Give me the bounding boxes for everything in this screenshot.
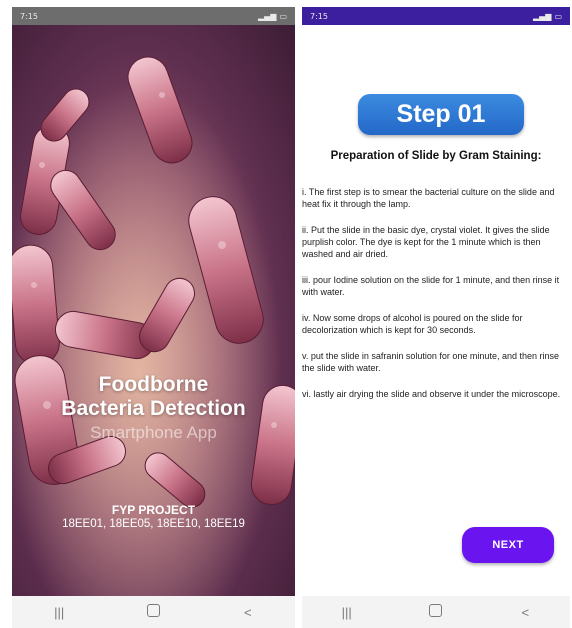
app-title-line1: Foodborne: [98, 373, 209, 396]
app-title-line2: Bacteria Detection: [61, 397, 246, 420]
back-icon[interactable]: <: [505, 605, 545, 620]
app-subtitle: Smartphone App: [90, 423, 217, 442]
home-icon: [146, 604, 160, 617]
next-button[interactable]: NEXT: [462, 527, 554, 563]
step-screen: 7:15 ▂▄▆ ▭ Step 01 Preparation of Slide …: [302, 7, 570, 628]
navigation-bar: ||| <: [12, 596, 295, 628]
instruction-item: ii. Put the slide in the basic dye, crys…: [302, 225, 550, 259]
status-bar: 7:15 ▂▄▆ ▭: [12, 7, 295, 25]
recents-icon[interactable]: |||: [327, 605, 367, 620]
status-icons: ▂▄▆ ▭: [258, 12, 287, 21]
recents-icon[interactable]: |||: [39, 605, 79, 620]
signal-icon: ▂▄▆: [257, 11, 277, 21]
instruction-item: i. The first step is to smear the bacter…: [302, 187, 555, 209]
splash-background: Foodborne Bacteria Detection Smartphone …: [12, 25, 295, 605]
instruction-item: v. put the slide in safranin solution fo…: [302, 351, 559, 373]
status-time: 7:15: [310, 11, 328, 21]
battery-icon: ▭: [554, 11, 562, 21]
splash-screen: 7:15 ▂▄▆ ▭ Foodborne Bacteria Detection …: [12, 7, 295, 628]
battery-icon: ▭: [279, 11, 287, 21]
status-icons: ▂▄▆ ▭: [533, 12, 562, 21]
project-label: FYP PROJECT: [111, 503, 196, 517]
instruction-item: iv. Now some drops of alcohol is poured …: [302, 313, 523, 335]
back-icon[interactable]: <: [228, 605, 268, 620]
home-icon: [429, 604, 443, 617]
instruction-item: vi. lastly air drying the slide and obse…: [302, 389, 561, 399]
instruction-list: i. The first step is to smear the bacter…: [302, 186, 570, 414]
signal-icon: ▂▄▆: [532, 11, 552, 21]
home-button[interactable]: [133, 604, 173, 620]
instruction-item: iii. pour Iodine solution on the slide f…: [302, 275, 560, 297]
step-heading: Preparation of Slide by Gram Staining:: [330, 150, 542, 162]
step-content: Step 01 Preparation of Slide by Gram Sta…: [302, 25, 570, 596]
home-button[interactable]: [416, 604, 456, 620]
navigation-bar: ||| <: [302, 596, 570, 628]
project-ids: 18EE01, 18EE05, 18EE10, 18EE19: [62, 518, 245, 530]
status-bar: 7:15 ▂▄▆ ▭: [302, 7, 570, 25]
status-time: 7:15: [20, 11, 38, 21]
step-title-badge: Step 01: [358, 94, 524, 135]
